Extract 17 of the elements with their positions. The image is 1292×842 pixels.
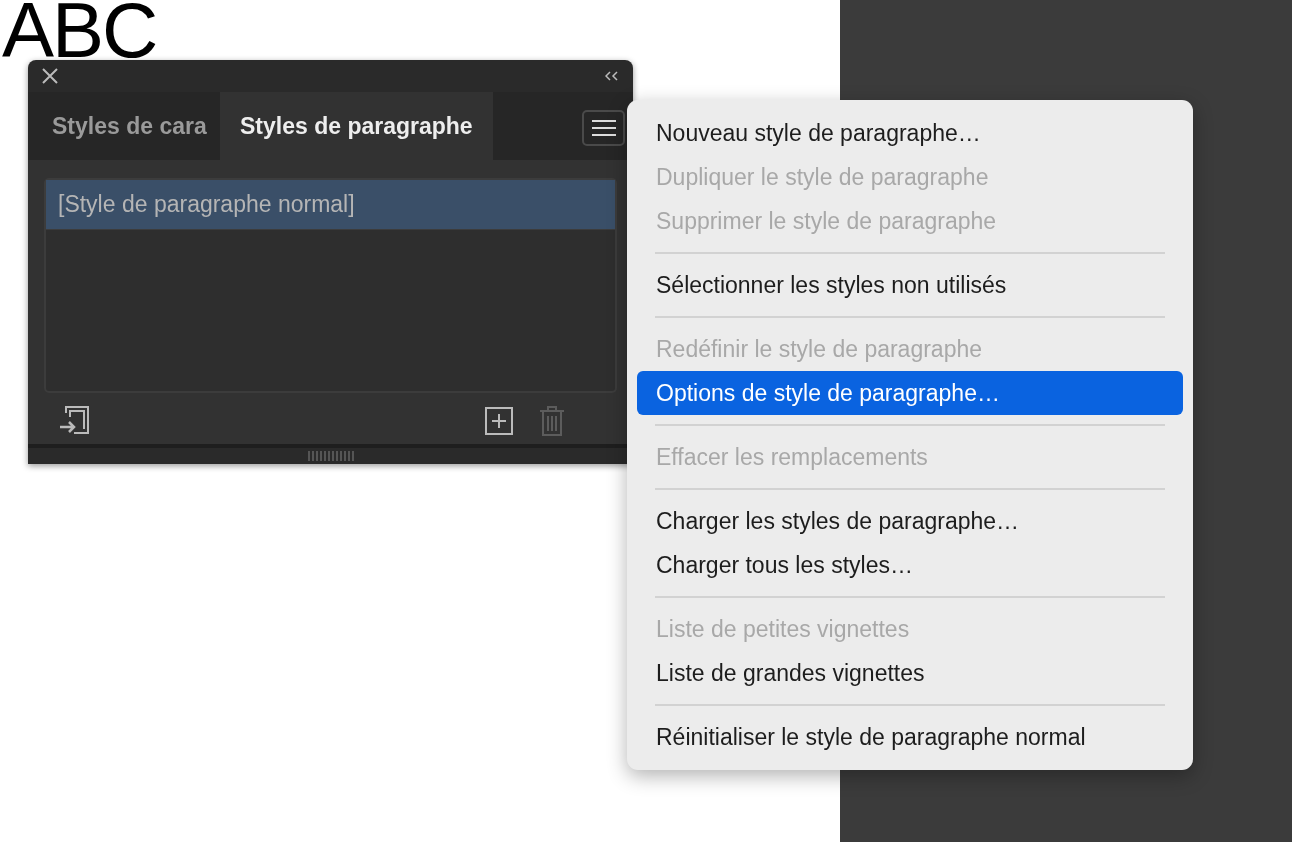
menu-item[interactable]: Réinitialiser le style de paragraphe normal [637, 715, 1183, 759]
menu-item[interactable]: Liste de grandes vignettes [637, 651, 1183, 695]
menu-item[interactable]: Charger les styles de paragraphe… [637, 499, 1183, 543]
menu-item[interactable]: Charger tous les styles… [637, 543, 1183, 587]
menu-icon [590, 118, 617, 138]
menu-button[interactable] [582, 110, 625, 146]
new-style-icon[interactable] [485, 407, 513, 435]
resize-grip-icon[interactable] [306, 451, 355, 461]
collapse-icon[interactable] [605, 71, 619, 81]
menu-item[interactable]: Sélectionner les styles non utilisés [637, 263, 1183, 307]
menu-item[interactable]: Options de style de paragraphe… [637, 371, 1183, 415]
close-icon[interactable] [40, 66, 60, 86]
load-styles-icon[interactable] [58, 405, 92, 437]
menu-item[interactable]: Nouveau style de paragraphe… [637, 111, 1183, 155]
canvas-text: ABC [2, 1, 157, 60]
panel-tab[interactable]: Styles de paragraphe [220, 92, 493, 160]
style-item[interactable]: [Style de paragraphe normal] [46, 180, 615, 230]
